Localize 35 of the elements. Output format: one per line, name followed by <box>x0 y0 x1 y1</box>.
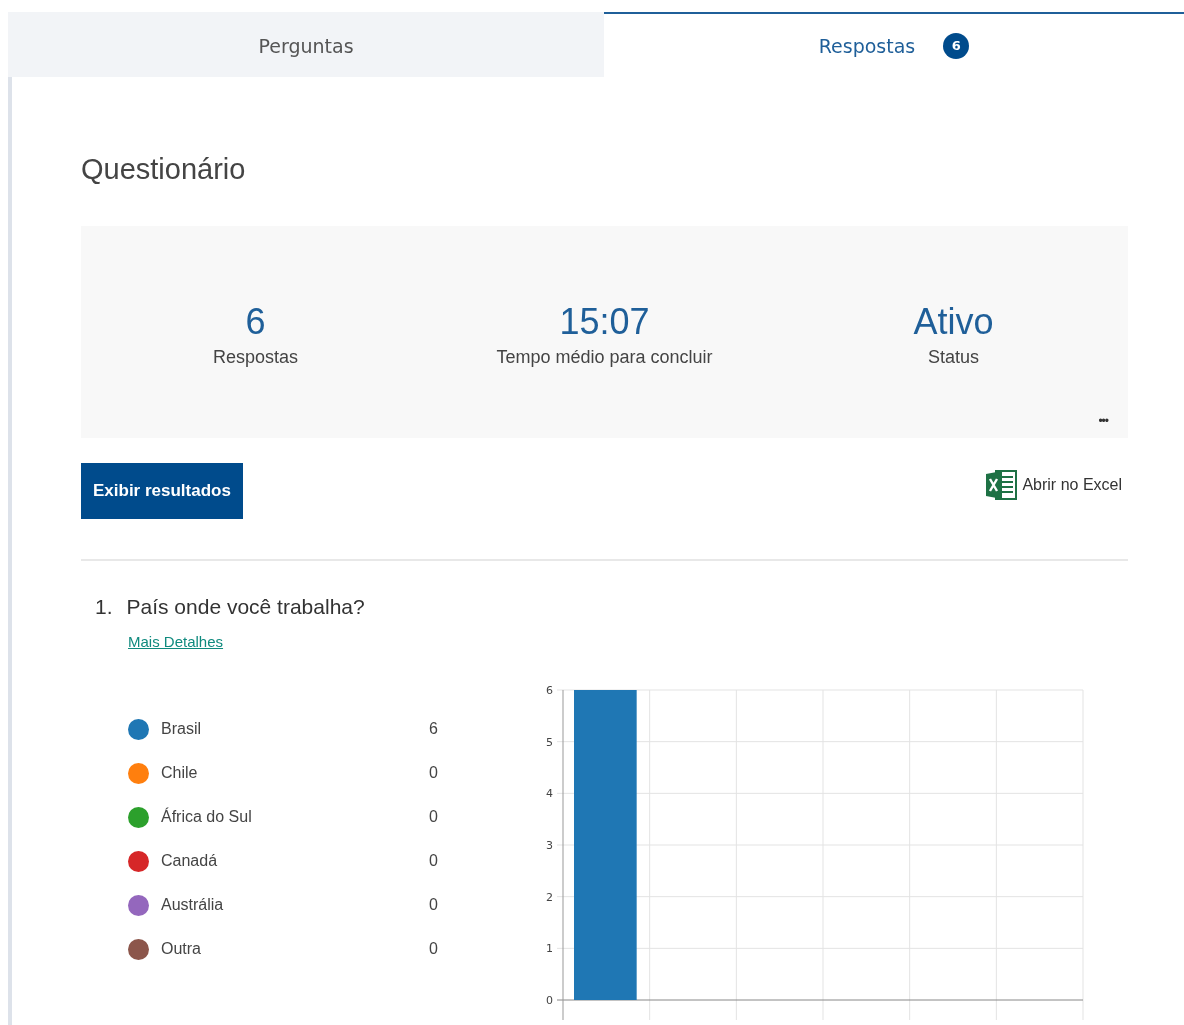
option-count: 0 <box>429 808 438 826</box>
question-text: País onde você trabalha? <box>126 595 365 619</box>
tab[interactable]: Perguntas <box>8 12 604 77</box>
tick-label: 4 <box>546 787 553 801</box>
stat-label: Status <box>928 346 979 368</box>
tick-label: 1 <box>546 942 553 956</box>
tick-label: 2 <box>546 890 553 904</box>
option-count: 0 <box>429 764 438 782</box>
option-label: Chile <box>161 764 199 782</box>
stat-value: 6 <box>245 300 266 343</box>
tick-label: 3 <box>546 839 553 852</box>
option-label: Outra <box>161 940 202 958</box>
option-count: 0 <box>429 896 438 914</box>
stat-value: 15:07 <box>559 300 650 343</box>
tick-label: 6 <box>546 684 553 697</box>
view-results-button[interactable]: Exibir resultados <box>81 463 243 519</box>
stat-label: Tempo médio para concluir <box>496 346 713 368</box>
option-label: Canadá <box>161 852 219 870</box>
tick-label: 0 <box>546 994 553 1007</box>
option-label: Brasil <box>161 720 202 738</box>
tick-label: 5 <box>546 735 553 749</box>
question-number: 1. <box>95 595 113 619</box>
stat-label: Respostas <box>212 346 298 368</box>
option-label: Austrália <box>161 896 225 914</box>
more-button[interactable]: ••• <box>1096 412 1110 430</box>
option-count: 6 <box>429 720 438 738</box>
excel-link[interactable]: Abrir no Excel <box>984 468 1122 502</box>
option-count: 0 <box>429 940 438 958</box>
count-badge: 6 <box>943 32 970 59</box>
spreadsheet-icon <box>984 468 1019 502</box>
details-link[interactable]: Mais Detalhes <box>128 633 224 650</box>
form-title: Questionário <box>81 153 246 186</box>
stat-value: Ativo <box>913 300 994 343</box>
option-count: 0 <box>429 852 438 870</box>
option-label: África do Sul <box>161 808 253 826</box>
